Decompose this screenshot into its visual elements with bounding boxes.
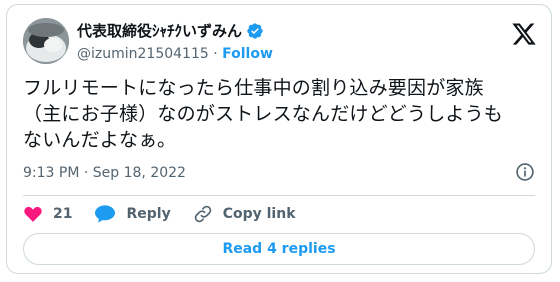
tweet-text: フルリモートになったら仕事中の割り込み要因が家族 （主にお子様）なのがストレスな… xyxy=(23,77,504,151)
read-replies-button[interactable]: Read 4 replies xyxy=(23,233,535,265)
reply-button[interactable]: Reply xyxy=(94,204,171,224)
copy-link-label: Copy link xyxy=(222,206,296,222)
follow-button[interactable]: Follow xyxy=(222,46,273,62)
tweet-timestamp[interactable]: 9:13 PM · Sep 18, 2022 xyxy=(23,165,186,181)
like-count: 21 xyxy=(53,206,73,222)
verified-badge-icon xyxy=(246,22,264,40)
author-display-name[interactable]: 代表取締役ｼｬﾁｸいずみん xyxy=(77,21,242,41)
handle-separator: · xyxy=(213,46,218,62)
author-handle[interactable]: @izumin21504115 xyxy=(77,46,209,62)
avatar-image xyxy=(23,18,69,64)
like-button[interactable]: 21 xyxy=(23,204,72,224)
link-icon xyxy=(194,205,211,223)
info-icon[interactable] xyxy=(515,162,535,182)
x-logo-icon[interactable] xyxy=(511,21,537,47)
reply-label: Reply xyxy=(126,206,171,222)
author-handle-row: @izumin21504115 · Follow xyxy=(77,45,273,63)
avatar[interactable] xyxy=(23,18,69,64)
tweet-card: 代表取締役ｼｬﾁｸいずみん @izumin21504115 · Follow フ… xyxy=(6,4,552,274)
action-bar: 21 Reply Copy link xyxy=(23,204,318,224)
heart-icon xyxy=(24,206,42,222)
divider xyxy=(23,195,535,196)
author-name-row: 代表取締役ｼｬﾁｸいずみん xyxy=(77,21,264,41)
reply-bubble-icon xyxy=(95,205,116,223)
copy-link-button[interactable]: Copy link xyxy=(193,204,296,224)
